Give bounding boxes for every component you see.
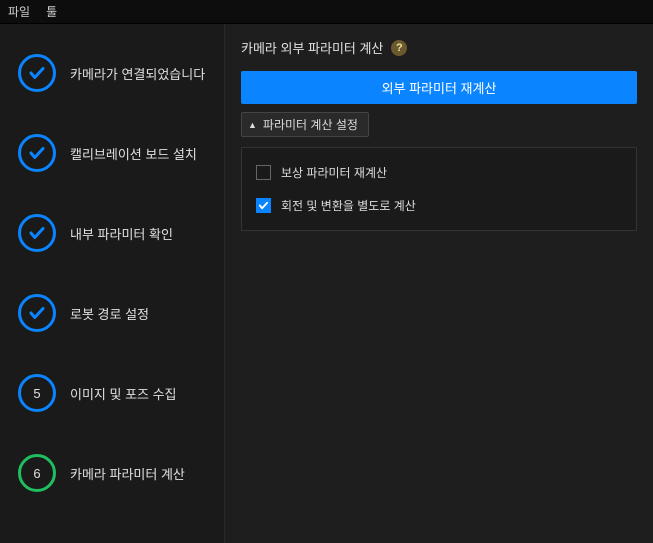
chevron-up-icon: ▲ — [248, 120, 257, 130]
check-icon — [18, 214, 56, 252]
step-label: 캘리브레이션 보드 설치 — [70, 144, 197, 163]
settings-panel: 보상 파라미터 재계산 회전 및 변환을 별도로 계산 — [241, 147, 637, 231]
help-icon[interactable]: ? — [391, 40, 407, 56]
check-icon — [18, 294, 56, 332]
checkbox-box — [256, 198, 271, 213]
step-number-icon: 6 — [18, 454, 56, 492]
checkbox-label: 회전 및 변환을 별도로 계산 — [281, 197, 416, 214]
check-icon — [18, 134, 56, 172]
step-label: 카메라 파라미터 계산 — [70, 464, 185, 483]
checkbox-compensation-recalc[interactable]: 보상 파라미터 재계산 — [256, 164, 622, 181]
step-label: 로봇 경로 설정 — [70, 304, 149, 323]
main-panel: 카메라 외부 파라미터 계산 ? 외부 파라미터 재계산 ▲ 파라미터 계산 설… — [225, 24, 653, 543]
checkbox-box — [256, 165, 271, 180]
checkbox-calc-separately[interactable]: 회전 및 변환을 별도로 계산 — [256, 197, 622, 214]
page-title: 카메라 외부 파라미터 계산 — [241, 38, 383, 57]
step-intrinsic-params[interactable]: 내부 파라미터 확인 — [18, 214, 214, 252]
checkbox-label: 보상 파라미터 재계산 — [281, 164, 387, 181]
step-camera-connected[interactable]: 카메라가 연결되었습니다 — [18, 54, 214, 92]
step-robot-path[interactable]: 로봇 경로 설정 — [18, 294, 214, 332]
step-label: 내부 파라미터 확인 — [70, 224, 173, 243]
step-collect-images[interactable]: 5 이미지 및 포즈 수집 — [18, 374, 214, 412]
content: 카메라가 연결되었습니다 캘리브레이션 보드 설치 내부 파라미터 확인 로봇 … — [0, 24, 653, 543]
accordion-label: 파라미터 계산 설정 — [263, 116, 358, 133]
step-number-icon: 5 — [18, 374, 56, 412]
step-label: 이미지 및 포즈 수집 — [70, 384, 177, 403]
step-camera-params[interactable]: 6 카메라 파라미터 계산 — [18, 454, 214, 492]
step-calibration-board[interactable]: 캘리브레이션 보드 설치 — [18, 134, 214, 172]
step-number: 6 — [33, 466, 40, 481]
menu-file[interactable]: 파일 — [8, 3, 30, 20]
step-label: 카메라가 연결되었습니다 — [70, 64, 205, 83]
recalculate-button[interactable]: 외부 파라미터 재계산 — [241, 71, 637, 104]
menubar: 파일 툴 — [0, 0, 653, 24]
menu-tools[interactable]: 툴 — [46, 3, 57, 20]
step-number: 5 — [33, 386, 40, 401]
sidebar: 카메라가 연결되었습니다 캘리브레이션 보드 설치 내부 파라미터 확인 로봇 … — [0, 24, 225, 543]
settings-accordion-toggle[interactable]: ▲ 파라미터 계산 설정 — [241, 112, 369, 137]
check-icon — [18, 54, 56, 92]
header-row: 카메라 외부 파라미터 계산 ? — [241, 38, 637, 57]
